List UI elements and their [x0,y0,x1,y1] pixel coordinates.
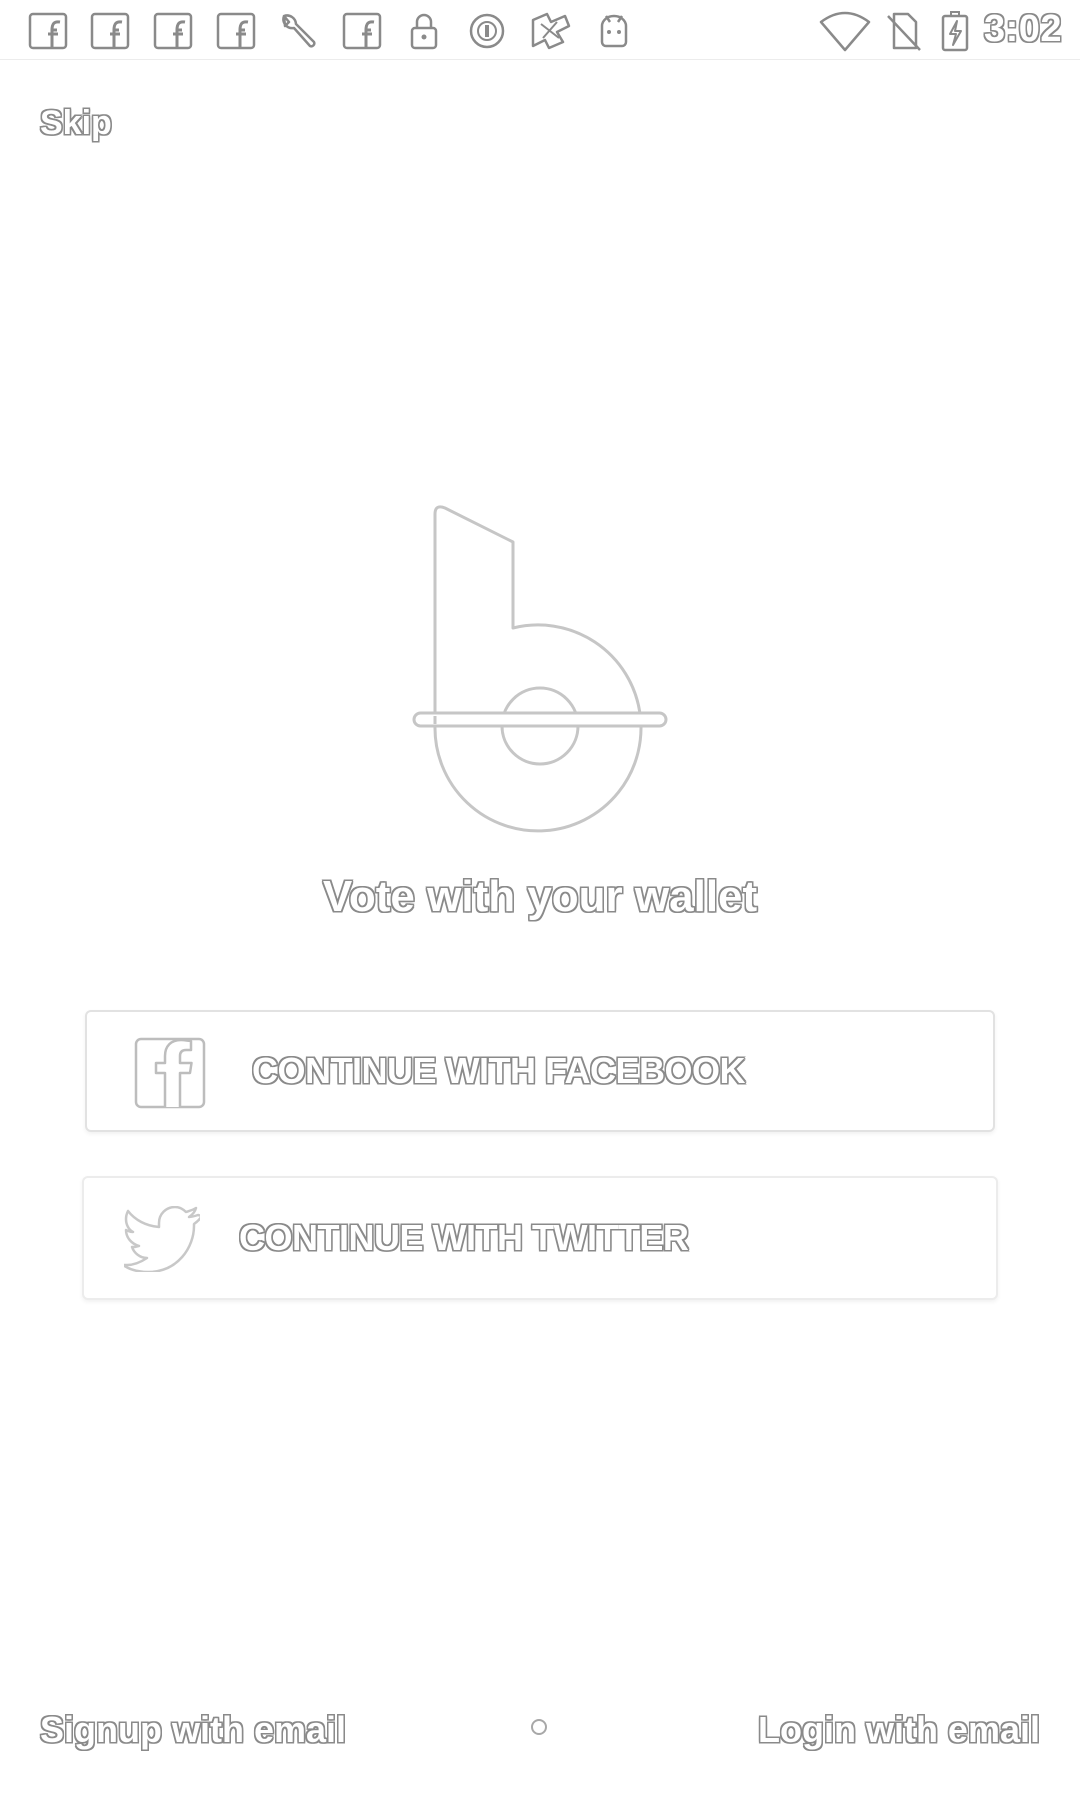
clock-time: 3:02 [983,8,1062,50]
signup-with-email-link[interactable]: Signup with email [40,1709,346,1751]
continue-with-facebook-button[interactable]: CONTINUE WITH FACEBOOK [85,1010,995,1132]
battery-charging-icon [938,10,972,52]
status-bar: 3:02 [0,0,1080,60]
twitter-button-label: CONTINUE WITH TWITTER [239,1217,689,1258]
continue-with-twitter-button[interactable]: CONTINUE WITH TWITTER [82,1176,998,1300]
app-icon [527,10,575,52]
wifi-icon [818,10,872,52]
android-icon [594,10,634,52]
facebook-icon [28,10,68,52]
facebook-icon [342,10,382,52]
facebook-icon [153,10,193,52]
page-indicator-dot [531,1719,547,1735]
skip-button[interactable]: Skip [40,104,112,143]
circle-icon [467,10,507,52]
no-sim-icon [884,10,924,52]
app-logo [405,500,675,835]
twitter-icon [121,1205,204,1274]
facebook-icon [134,1037,206,1109]
facebook-button-label: CONTINUE WITH FACEBOOK [252,1050,745,1091]
lock-icon [404,10,444,52]
facebook-icon [216,10,256,52]
login-with-email-link[interactable]: Login with email [758,1709,1040,1751]
tagline: Vote with your wallet [322,872,758,921]
wrench-icon [276,10,316,52]
facebook-icon [90,10,130,52]
